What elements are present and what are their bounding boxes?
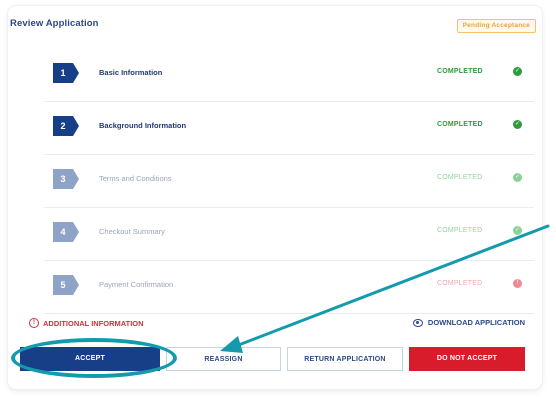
step-number-badge: 1 [53, 63, 79, 83]
step-background-information[interactable]: 2 Background Information COMPLETED ✓ [44, 102, 534, 155]
step-number: 4 [60, 227, 66, 237]
step-number: 5 [60, 280, 66, 290]
step-number-badge: 5 [53, 275, 79, 295]
status-badge: Pending Acceptance [456, 19, 536, 33]
check-circle-icon: ✓ [513, 173, 522, 182]
step-number: 3 [60, 174, 66, 184]
step-status: COMPLETED [437, 68, 483, 75]
error-circle-icon: ! [513, 279, 522, 288]
step-status: COMPLETED [437, 227, 483, 234]
page-title: Review Application [10, 18, 99, 29]
step-label: Terms and Conditions [99, 174, 172, 183]
download-application-label: DOWNLOAD APPLICATION [427, 318, 525, 327]
step-number-badge: 3 [53, 169, 79, 189]
return-application-button[interactable]: RETURN APPLICATION [287, 347, 403, 371]
additional-information-link[interactable]: ! ADDITIONAL INFORMATION [29, 318, 144, 328]
steps-list: 1 Basic Information COMPLETED ✓ 2 Backgr… [44, 49, 534, 314]
check-circle-icon: ✓ [513, 67, 522, 76]
step-status: COMPLETED [437, 280, 483, 287]
step-label: Checkout Summary [99, 227, 165, 236]
info-row: ! ADDITIONAL INFORMATION DOWNLOAD APPLIC… [29, 318, 525, 332]
check-circle-icon: ✓ [513, 226, 522, 235]
download-application-link[interactable]: DOWNLOAD APPLICATION [412, 318, 525, 327]
do-not-accept-button[interactable]: DO NOT ACCEPT [409, 347, 525, 371]
step-checkout-summary[interactable]: 4 Checkout Summary COMPLETED ✓ [44, 208, 534, 261]
highlight-ellipse [11, 338, 177, 378]
step-number: 1 [60, 68, 66, 78]
step-terms-and-conditions[interactable]: 3 Terms and Conditions COMPLETED ✓ [44, 155, 534, 208]
warning-circle-icon: ! [29, 318, 39, 328]
step-status: COMPLETED [437, 121, 483, 128]
step-status: COMPLETED [437, 174, 483, 181]
step-number-badge: 2 [53, 116, 79, 136]
reassign-button[interactable]: REASSIGN [166, 347, 281, 371]
check-circle-icon: ✓ [513, 120, 522, 129]
step-number-badge: 4 [53, 222, 79, 242]
step-label: Payment Confirmation [99, 280, 174, 289]
step-basic-information[interactable]: 1 Basic Information COMPLETED ✓ [44, 49, 534, 102]
eye-icon [412, 318, 423, 327]
step-payment-confirmation[interactable]: 5 Payment Confirmation COMPLETED ! [44, 261, 534, 314]
step-number: 2 [60, 121, 66, 131]
step-label: Basic Information [99, 68, 163, 77]
additional-information-label: ADDITIONAL INFORMATION [43, 318, 144, 328]
step-label: Background Information [99, 121, 187, 130]
